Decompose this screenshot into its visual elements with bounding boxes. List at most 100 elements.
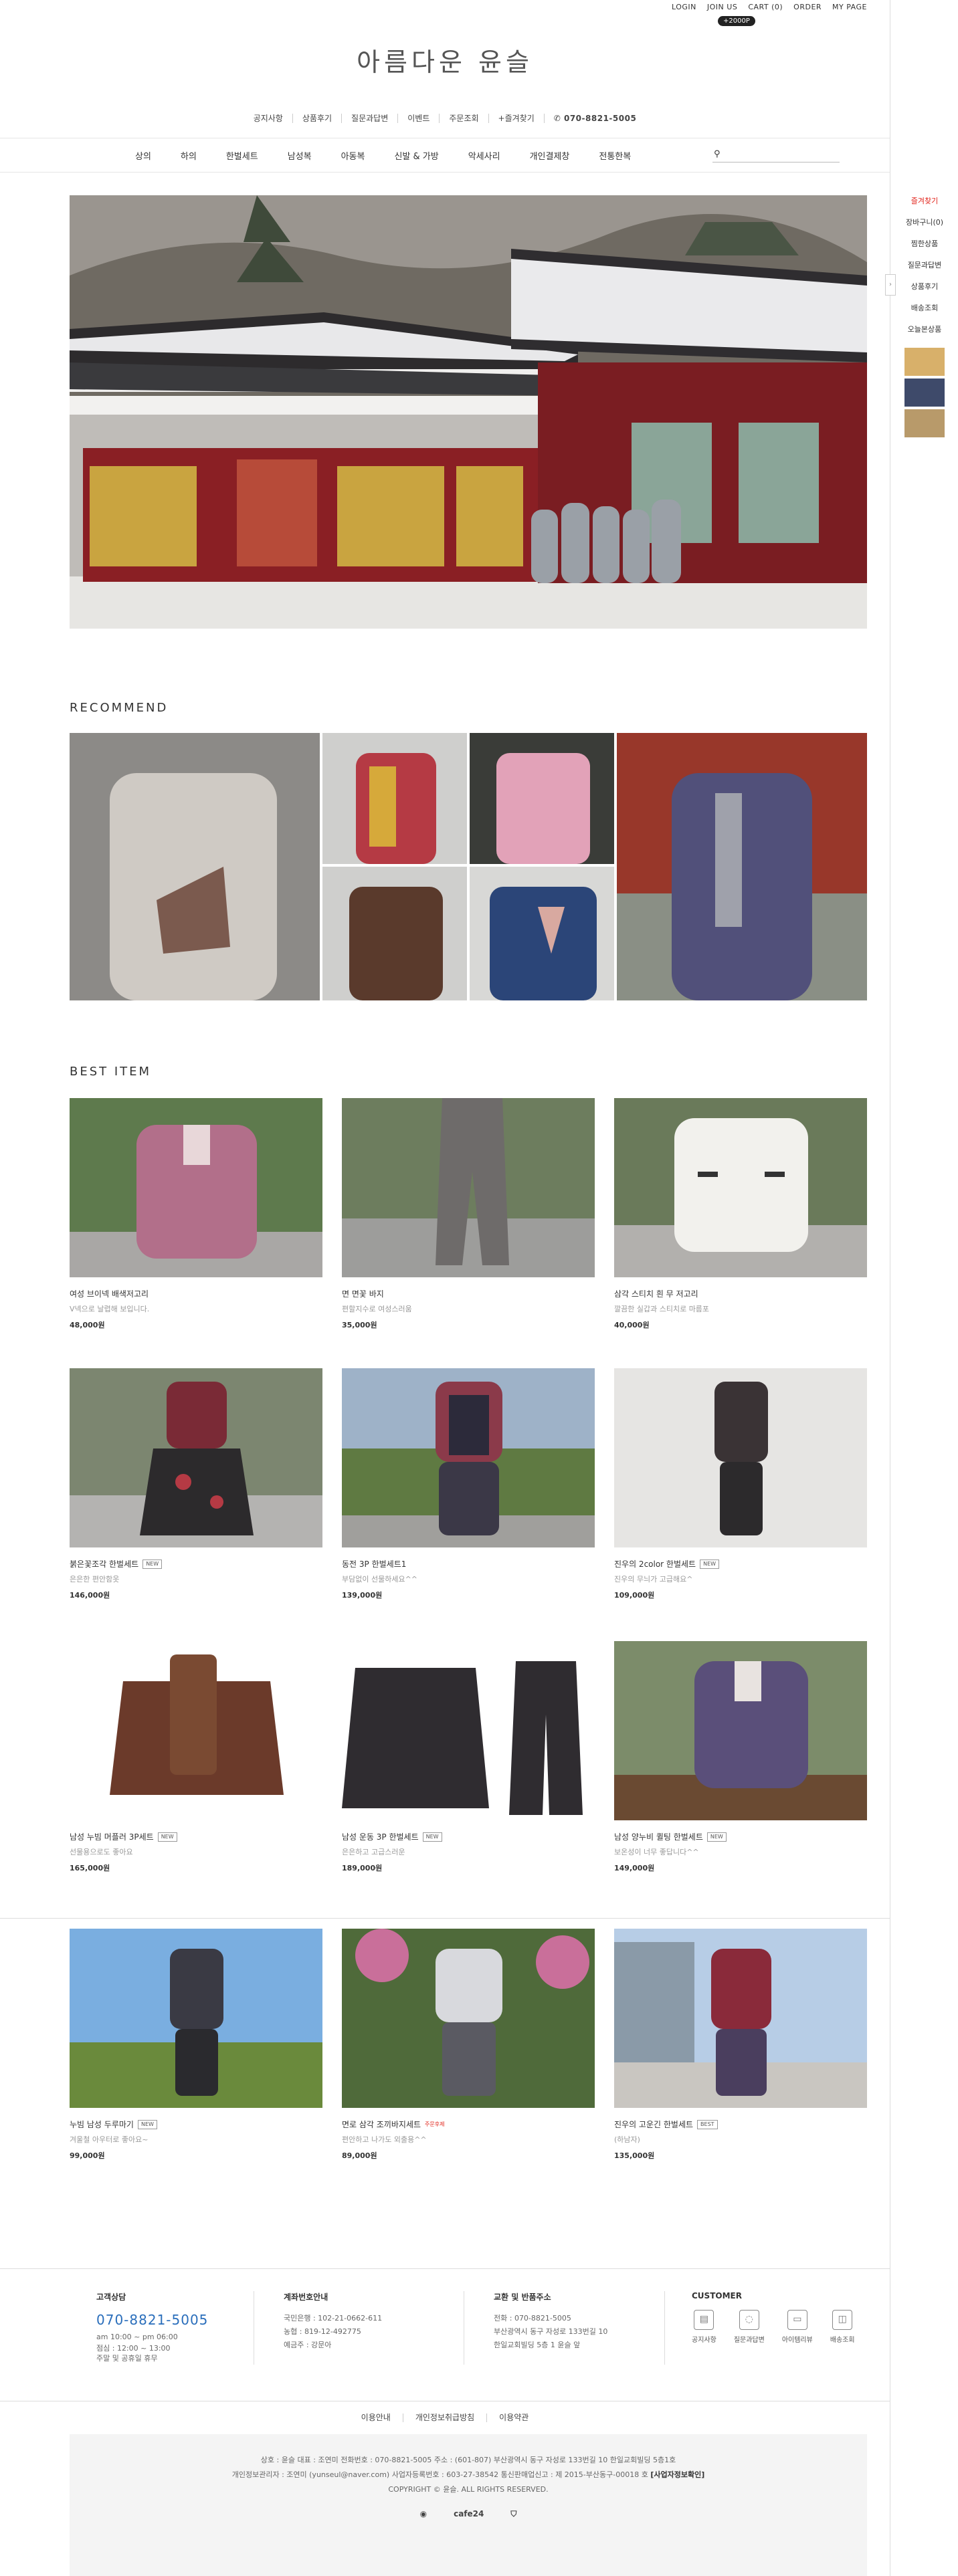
- quick-delivery[interactable]: 배송조회: [890, 298, 958, 319]
- chat-icon: ◌: [739, 2310, 759, 2330]
- customer-review-label: 아이템리뷰: [781, 2337, 813, 2344]
- mypage-link[interactable]: MY PAGE: [832, 3, 867, 11]
- product-card[interactable]: 남성 운동 3P 한벌세트 NEW 은은하고 고급스러운 189,000원: [342, 1641, 595, 1873]
- quick-recent[interactable]: 오늘본상품: [890, 319, 958, 340]
- shield-icon: ⛉: [510, 2509, 517, 2518]
- product-name[interactable]: 면 면꽃 바지: [342, 1288, 384, 1299]
- product-price: 139,000원: [342, 1591, 383, 1600]
- product-name[interactable]: 남성 운동 3P 한벌세트: [342, 1831, 419, 1842]
- nav-item-hanbok[interactable]: 전통한복: [584, 149, 646, 162]
- customer-qna[interactable]: ◌ 질문과답변: [734, 2310, 765, 2344]
- footer-link-terms[interactable]: 이용약관: [487, 2413, 541, 2422]
- footer-info: 고객상담 070-8821-5005 am 10:00 ~ pm 06:00 점…: [70, 2282, 867, 2382]
- product-thumb[interactable]: [614, 1368, 867, 1547]
- product-card[interactable]: 누빔 남성 두루마기 NEW 겨울철 아우터로 좋아요~ 99,000원: [70, 1929, 322, 2161]
- product-name[interactable]: 진우의 고운긴 한벌세트: [614, 2119, 693, 2130]
- product-name[interactable]: 여성 브이넥 배색저고리: [70, 1288, 149, 1299]
- return-phone: 전화 : 070-8821-5005: [494, 2314, 571, 2323]
- customer-delivery[interactable]: ◫ 배송조회: [830, 2310, 855, 2344]
- product-card[interactable]: 남성 양누비 퀼팅 한벌세트 NEW 보온성이 너무 좋답니다^^ 149,000…: [614, 1641, 867, 1873]
- nav-item-accessories[interactable]: 악세사리: [454, 149, 515, 162]
- nav-item-shoes-bags[interactable]: 신발 & 가방: [379, 149, 453, 162]
- product-thumb[interactable]: [70, 1641, 322, 1820]
- product-card[interactable]: 면로 삼각 조끼바지세트 주문후제 편안하고 나가도 외출용^^ 89,000원: [342, 1929, 595, 2161]
- recent-item-thumb[interactable]: [904, 409, 945, 437]
- quick-qna[interactable]: 질문과답변: [890, 255, 958, 276]
- customer-review[interactable]: ▭ 아이템리뷰: [782, 2310, 813, 2344]
- product-thumb[interactable]: [70, 1368, 322, 1547]
- product-thumb[interactable]: [342, 1641, 595, 1820]
- bank-title: 계좌번호안내: [284, 2292, 328, 2302]
- folder-icon: ▭: [787, 2310, 807, 2330]
- nav-item-bottoms[interactable]: 하의: [166, 149, 211, 162]
- sub-nav-bookmark[interactable]: +즐겨찾기: [489, 114, 545, 123]
- product-thumb[interactable]: [70, 1929, 322, 2108]
- product-card[interactable]: 진우의 2color 한벌세트 NEW 진우의 무늬가 고급해요^ 109,000…: [614, 1368, 867, 1600]
- product-thumb[interactable]: [342, 1368, 595, 1547]
- sub-nav-qna[interactable]: 질문과답변: [342, 114, 399, 123]
- product-name[interactable]: 누빔 남성 두루마기: [70, 2119, 134, 2130]
- product-price: 109,000원: [614, 1591, 655, 1600]
- product-name[interactable]: 남성 양누비 퀼팅 한벌세트: [614, 1831, 703, 1842]
- quick-bookmark[interactable]: 즐겨찾기: [890, 191, 958, 212]
- product-card[interactable]: 삼각 스티치 흰 무 저고리 깔끔한 실갑과 스티치로 마름포 40,000원: [614, 1098, 867, 1330]
- product-thumb[interactable]: [342, 1929, 595, 2108]
- sub-nav: 공지사항 상품후기 질문과답변 이벤트 주문조회 +즐겨찾기 ✆ 070-882…: [0, 114, 890, 123]
- join-link[interactable]: JOIN US: [707, 3, 737, 11]
- bank-line-1: 국민은행 : 102-21-0662-611: [284, 2314, 383, 2323]
- search-icon[interactable]: ⚲: [714, 149, 721, 159]
- product-name[interactable]: 삼각 스티치 흰 무 저고리: [614, 1288, 698, 1299]
- footer-links: 이용안내 개인정보취급방침 이용약관: [0, 2401, 890, 2422]
- product-thumb[interactable]: [614, 1929, 867, 2108]
- product-thumb[interactable]: [70, 1098, 322, 1277]
- customer-notice[interactable]: ▤ 공지사항: [692, 2310, 716, 2344]
- product-card[interactable]: 동전 3P 한벌세트1 부담없이 선물하세요^^ 139,000원: [342, 1368, 595, 1600]
- nav-item-tops[interactable]: 상의: [120, 149, 166, 162]
- sub-nav-order-lookup[interactable]: 주문조회: [440, 114, 489, 123]
- quick-reviews[interactable]: 상품후기: [890, 276, 958, 298]
- hero-banner[interactable]: [70, 195, 867, 629]
- nav-item-private-pay[interactable]: 개인결제창: [515, 149, 585, 162]
- product-name[interactable]: 면로 삼각 조끼바지세트: [342, 2119, 421, 2130]
- product-card[interactable]: 면 면꽃 바지 편할지수로 여성스러움 35,000원: [342, 1098, 595, 1330]
- product-card[interactable]: 여성 브이넥 배색저고리 V넥으로 날렵해 보입니다. 48,000원: [70, 1098, 322, 1330]
- sub-nav-event[interactable]: 이벤트: [398, 114, 440, 123]
- new-badge: NEW: [137, 2119, 157, 2129]
- quick-wishlist[interactable]: 찜한상품: [890, 233, 958, 255]
- product-name[interactable]: 남성 누빔 머플러 3P세트: [70, 1831, 154, 1842]
- footer-link-guide[interactable]: 이용안내: [349, 2413, 403, 2422]
- footer-link-privacy[interactable]: 개인정보취급방침: [403, 2413, 488, 2422]
- cafe24-logo[interactable]: cafe24: [454, 2509, 484, 2519]
- quick-cart[interactable]: 장바구니(0): [890, 212, 958, 233]
- sub-nav-notice[interactable]: 공지사항: [244, 114, 293, 123]
- footer-cs: 고객상담 070-8821-5005 am 10:00 ~ pm 06:00 점…: [96, 2291, 254, 2365]
- product-name[interactable]: 붉은꽃조각 한벌세트: [70, 1558, 138, 1570]
- product-price: 35,000원: [342, 1321, 377, 1329]
- site-logo[interactable]: 아름다운 윤슬: [0, 41, 890, 78]
- order-link[interactable]: ORDER: [793, 3, 822, 11]
- cs-hours: am 10:00 ~ pm 06:00: [96, 2333, 178, 2341]
- header-phone: ✆ 070-8821-5005: [553, 114, 637, 123]
- recommend-images[interactable]: [70, 733, 867, 1000]
- footer-logos: ◉ cafe24 ⛉: [70, 2509, 867, 2519]
- search-input[interactable]: [727, 148, 834, 160]
- nav-item-men[interactable]: 남성복: [273, 149, 326, 162]
- sub-nav-reviews[interactable]: 상품후기: [293, 114, 343, 123]
- recent-item-thumb[interactable]: [904, 379, 945, 407]
- product-thumb[interactable]: [614, 1098, 867, 1277]
- biz-info-link[interactable]: [사업자정보확인]: [650, 2470, 704, 2479]
- product-name[interactable]: 동전 3P 한벌세트1: [342, 1558, 406, 1570]
- product-thumb[interactable]: [614, 1641, 867, 1820]
- product-card[interactable]: 진우의 고운긴 한벌세트 BEST (하남자) 135,000원: [614, 1929, 867, 2161]
- recent-item-thumb[interactable]: [904, 348, 945, 376]
- cart-link[interactable]: CART (0): [748, 3, 783, 11]
- product-thumb[interactable]: [342, 1098, 595, 1277]
- nav-item-kids[interactable]: 아동복: [326, 149, 380, 162]
- product-desc: 은은하고 고급스러운: [342, 1848, 405, 1856]
- product-card[interactable]: 붉은꽃조각 한벌세트 NEW 은은한 편안함옷 146,000원: [70, 1368, 322, 1600]
- product-price: 99,000원: [70, 2151, 105, 2160]
- product-name[interactable]: 진우의 2color 한벌세트: [614, 1558, 696, 1570]
- login-link[interactable]: LOGIN: [672, 3, 696, 11]
- product-card[interactable]: 남성 누빔 머플러 3P세트 NEW 선물용으로도 좋아요 165,000원: [70, 1641, 322, 1873]
- nav-item-sets[interactable]: 한벌세트: [211, 149, 273, 162]
